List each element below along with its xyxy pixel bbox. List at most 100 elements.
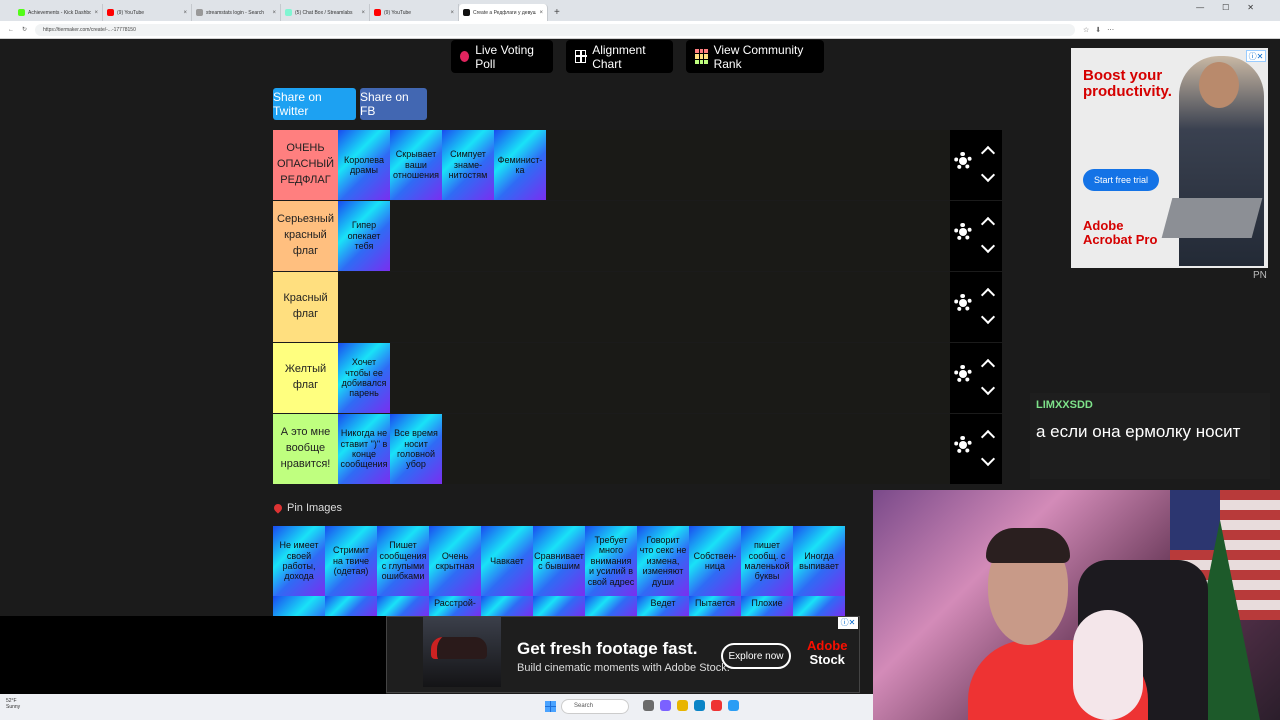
bank-item-card[interactable] <box>585 596 637 616</box>
tier-label[interactable]: ОЧЕНЬ ОПАСНЫЙ РЕДФЛАГ <box>273 130 338 200</box>
bank-item-card[interactable] <box>325 596 377 616</box>
new-tab-button[interactable]: + <box>554 7 560 18</box>
bottom-ad[interactable]: Get fresh footage fast. Build cinematic … <box>386 616 860 693</box>
move-down-icon[interactable] <box>980 238 996 254</box>
move-up-icon[interactable] <box>980 145 996 161</box>
tier-item-card[interactable]: Хочет чтобы ее добивался парень <box>338 343 390 413</box>
browser-tab[interactable]: (9) YouTube × <box>370 4 459 21</box>
app-icon-2[interactable] <box>711 700 722 711</box>
tier-item-card[interactable]: Симпует знаме-нитостям <box>442 130 494 200</box>
bank-item-card[interactable] <box>793 596 845 616</box>
move-up-icon[interactable] <box>980 429 996 445</box>
tier-item-card[interactable]: Никогда не ставит ")" в конце сообщения <box>338 414 390 484</box>
tier-items[interactable]: Хочет чтобы ее добивался парень <box>338 343 950 413</box>
gear-icon[interactable] <box>954 152 972 170</box>
bank-item-card[interactable]: Говорит что секс не измена, изменяют душ… <box>637 526 689 596</box>
task-view-icon[interactable] <box>643 700 654 711</box>
tier-items[interactable]: Гипер опекает тебя <box>338 201 950 271</box>
gear-icon[interactable] <box>954 294 972 312</box>
browser-tab[interactable]: (9) YouTube × <box>103 4 192 21</box>
bank-item-card[interactable]: Очень неуверенная в себе <box>273 596 325 616</box>
app-icon-1[interactable] <box>660 700 671 711</box>
tier-items[interactable] <box>338 272 950 342</box>
bank-item-card[interactable]: Не имеет своей работы, дохода <box>273 526 325 596</box>
gear-icon[interactable] <box>954 365 972 383</box>
tier-label[interactable]: Красный флаг <box>273 272 338 342</box>
move-up-icon[interactable] <box>980 287 996 303</box>
bottom-ad-cta-button[interactable]: Explore now <box>721 643 791 669</box>
share-facebook-button[interactable]: Share on FB <box>360 88 427 120</box>
tab-close-icon[interactable]: × <box>539 10 543 16</box>
ad-caption: PN <box>1253 270 1267 281</box>
bank-item-card[interactable]: пишет сообщ. с маленькой буквы <box>741 526 793 596</box>
tier-item-card[interactable]: Королева драмы <box>338 130 390 200</box>
bank-item-card[interactable]: Плохие <box>741 596 793 616</box>
move-down-icon[interactable] <box>980 380 996 396</box>
browser-tab[interactable]: streamstats login - Search × <box>192 4 281 21</box>
browser-tab[interactable]: Achievements - Kick Dashboard× <box>14 4 103 21</box>
bank-item-card[interactable]: Пытается <box>689 596 741 616</box>
tab-close-icon[interactable]: × <box>450 10 454 16</box>
tier-items[interactable]: Никогда не ставит ")" в конце сообщения В… <box>338 414 950 484</box>
tab-close-icon[interactable]: × <box>94 10 98 16</box>
extension-icons[interactable]: ☆⬇⋯ <box>1083 26 1120 34</box>
bank-item-card[interactable]: Стримит на твиче (одетая) <box>325 526 377 596</box>
url-field[interactable]: https://tiermaker.com/create/-...-177781… <box>35 23 1076 36</box>
bank-item-card[interactable]: Иногда выпивает <box>793 526 845 596</box>
ad-backdrop <box>0 616 386 694</box>
tier-items[interactable]: Королева драмы Скрывает ваши отношения Сим… <box>338 130 950 200</box>
gear-icon[interactable] <box>954 436 972 454</box>
move-up-icon[interactable] <box>980 358 996 374</box>
share-twitter-button[interactable]: Share on Twitter <box>273 88 356 120</box>
ad-cta-button[interactable]: Start free trial <box>1083 169 1159 191</box>
alignment-chart-button[interactable]: Alignment Chart <box>566 40 673 73</box>
tier-item-card[interactable]: Все время носит головной убор <box>390 414 442 484</box>
window-controls[interactable]: —☐✕ <box>1196 3 1272 12</box>
chrome-icon[interactable] <box>728 700 739 711</box>
tier-label[interactable]: Серьезный красный флаг <box>273 201 338 271</box>
bank-item-card[interactable]: Сравнивает с бывшим <box>533 526 585 596</box>
tier-controls <box>950 414 1002 484</box>
tier-label[interactable]: Желтый флаг <box>273 343 338 413</box>
tier-item-card[interactable]: Феминист-ка <box>494 130 546 200</box>
bank-item-card[interactable]: Расстрой- <box>429 596 481 616</box>
start-tile <box>551 707 556 712</box>
bottom-ad-close-icon[interactable]: ⓘ✕ <box>838 617 858 629</box>
file-explorer-icon[interactable] <box>677 700 688 711</box>
weather-widget[interactable]: 52°F Sunny <box>6 698 20 710</box>
bank-item-card[interactable]: Пишет сообщения с глупыми ошибками <box>377 526 429 596</box>
taskbar: 52°F Sunny Search <box>0 694 873 720</box>
bank-item-card[interactable]: Ведет <box>637 596 689 616</box>
gear-icon[interactable] <box>954 223 972 241</box>
taskbar-search[interactable]: Search <box>561 699 629 714</box>
tab-close-icon[interactable]: × <box>183 10 187 16</box>
move-down-icon[interactable] <box>980 451 996 467</box>
start-icon[interactable] <box>545 701 556 712</box>
tier-item-card[interactable]: Гипер опекает тебя <box>338 201 390 271</box>
bank-item-card[interactable] <box>481 596 533 616</box>
bank-item-card[interactable]: Собствен-ница <box>689 526 741 596</box>
tab-close-icon[interactable]: × <box>272 10 276 16</box>
reload-icon[interactable]: ↻ <box>22 26 27 33</box>
live-voting-poll-button[interactable]: Live Voting Poll <box>451 40 553 73</box>
tier-item-card[interactable]: Скрывает ваши отношения <box>390 130 442 200</box>
bank-item-card[interactable]: Требует много внимания и усилий в свой а… <box>585 526 637 596</box>
bank-item-card[interactable]: Чавкает <box>481 526 533 596</box>
browser-tab[interactable]: Create a Редфлаги у девушки Ti...× <box>459 4 548 21</box>
ad-close-icon[interactable]: ⓘ✕ <box>1246 50 1266 62</box>
browser-tab[interactable]: (5) Chat Box / Streamlabs × <box>281 4 370 21</box>
pin-images-toggle[interactable]: Pin Images <box>272 502 342 514</box>
edge-icon[interactable] <box>694 700 705 711</box>
move-down-icon[interactable] <box>980 167 996 183</box>
bank-item-card[interactable]: Очень скрытная <box>429 526 481 596</box>
move-up-icon[interactable] <box>980 216 996 232</box>
move-down-icon[interactable] <box>980 309 996 325</box>
side-ad[interactable]: Boost your productivity. Start free tria… <box>1071 48 1268 268</box>
back-icon[interactable]: ← <box>8 27 14 33</box>
tab-favicon-icon <box>463 9 470 16</box>
tier-label[interactable]: А это мне вообще нравится! <box>273 414 338 484</box>
bank-item-card[interactable] <box>377 596 429 616</box>
bank-item-card[interactable] <box>533 596 585 616</box>
tab-close-icon[interactable]: × <box>361 10 365 16</box>
view-community-rank-button[interactable]: View Community Rank <box>686 40 824 73</box>
